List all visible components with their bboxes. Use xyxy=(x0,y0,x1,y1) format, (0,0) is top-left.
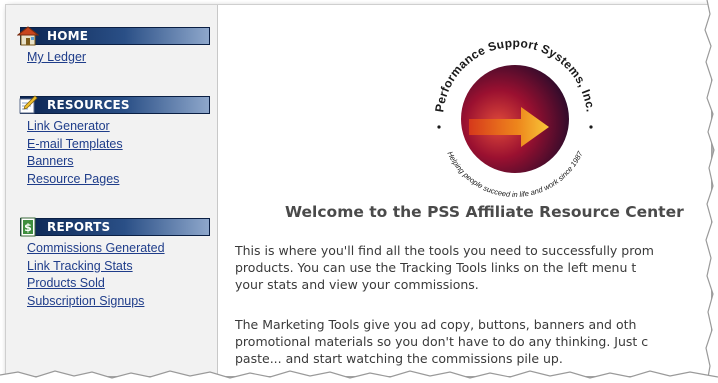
sidebar-section-resources: RESOURCES Link Generator E-mail Template… xyxy=(14,94,212,189)
sidebar-section-reports: $ REPORTS Commissions Generated Link Tra… xyxy=(14,216,212,311)
link-subscription-signups[interactable]: Subscription Signups xyxy=(27,293,212,311)
intro-paragraph: This is where you'll find all the tools … xyxy=(235,242,711,293)
main-content: Performance Support Systems, Inc. Helpin… xyxy=(219,5,711,376)
section-title-reports: REPORTS xyxy=(47,220,111,234)
paragraph-line: The Marketing Tools give you ad copy, bu… xyxy=(235,317,637,332)
section-header-reports: $ REPORTS xyxy=(17,216,210,238)
section-header-home: HOME xyxy=(17,25,210,47)
section-header-resources: RESOURCES xyxy=(17,94,210,116)
paragraph-line: products. You can use the Tracking Tools… xyxy=(235,260,637,275)
marketing-paragraph: The Marketing Tools give you ad copy, bu… xyxy=(235,316,711,367)
link-products-sold[interactable]: Products Sold xyxy=(27,275,212,293)
home-icon xyxy=(17,25,39,47)
paragraph-line: This is where you'll find all the tools … xyxy=(235,243,654,258)
link-link-tracking-stats[interactable]: Link Tracking Stats xyxy=(27,258,212,276)
company-logo: Performance Support Systems, Inc. Helpin… xyxy=(421,27,609,205)
link-resource-pages[interactable]: Resource Pages xyxy=(27,171,212,189)
section-title-resources: RESOURCES xyxy=(47,98,130,112)
dollar-document-icon: $ xyxy=(17,216,39,238)
paragraph-line: your stats and view your commissions. xyxy=(235,277,479,292)
link-commissions-generated[interactable]: Commissions Generated xyxy=(27,240,212,258)
sidebar: HOME My Ledger RESOURCES Link Generator … xyxy=(6,5,218,376)
paragraph-line: paste... and start watching the commissi… xyxy=(235,351,563,366)
pencil-note-icon xyxy=(17,94,39,116)
page-heading: Welcome to the PSS Affiliate Resource Ce… xyxy=(285,203,684,221)
link-email-templates[interactable]: E-mail Templates xyxy=(27,136,212,154)
browser-page: HOME My Ledger RESOURCES Link Generator … xyxy=(5,4,711,376)
link-my-ledger[interactable]: My Ledger xyxy=(27,49,212,67)
link-banners[interactable]: Banners xyxy=(27,153,212,171)
paragraph-line: promotional materials so you don't have … xyxy=(235,334,649,349)
sidebar-section-home: HOME My Ledger xyxy=(14,25,212,67)
link-link-generator[interactable]: Link Generator xyxy=(27,118,212,136)
svg-text:$: $ xyxy=(24,221,32,234)
section-title-home: HOME xyxy=(47,29,89,43)
